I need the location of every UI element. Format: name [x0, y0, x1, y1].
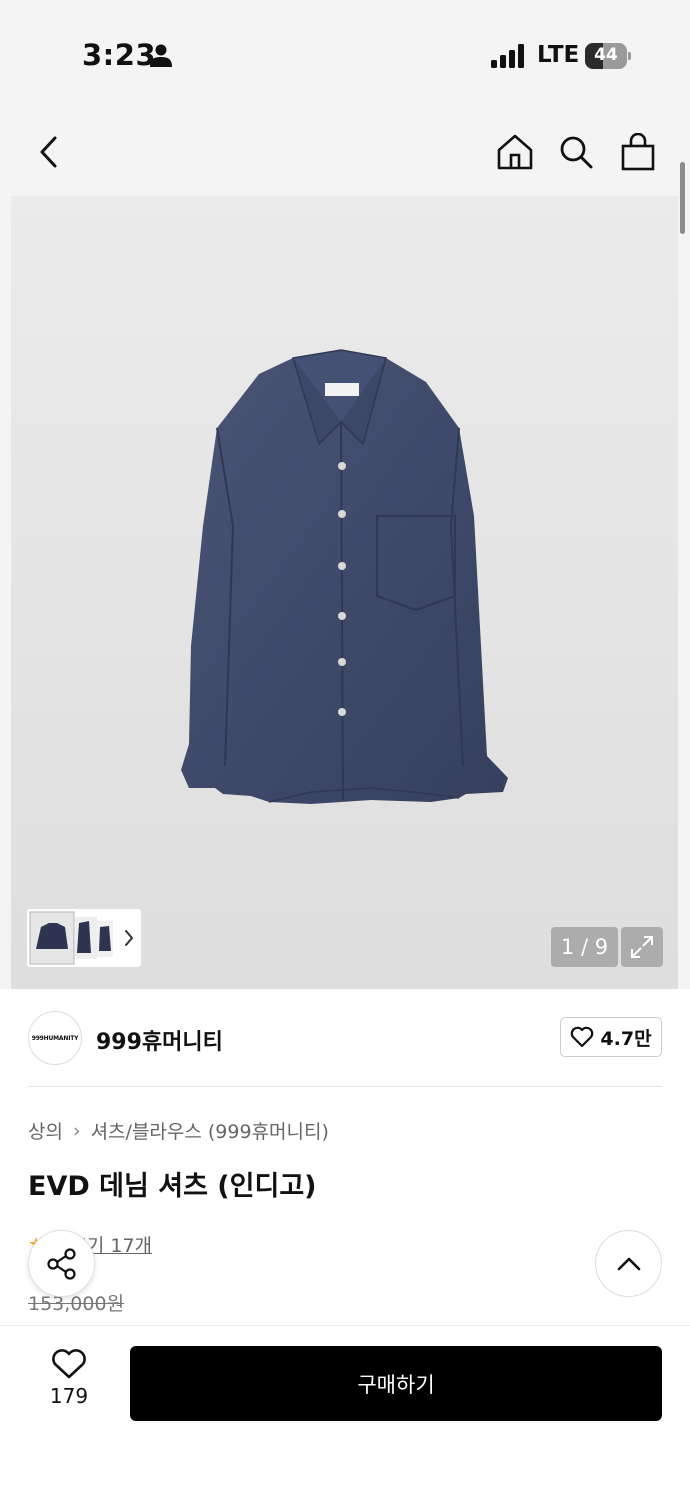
wish-count: 179	[49, 1384, 89, 1408]
signal-icon	[491, 44, 524, 68]
cart-button[interactable]	[613, 120, 663, 184]
buy-button[interactable]: 구매하기	[130, 1346, 662, 1421]
thumbnail-images	[29, 911, 113, 965]
brand-like-count: 4.7만	[600, 1027, 652, 1050]
top-nav	[0, 120, 690, 184]
brand-like-button[interactable]: 4.7만	[560, 1017, 662, 1057]
home-button[interactable]	[490, 120, 540, 184]
breadcrumb-item-subcategory[interactable]: 셔츠/블라우스 (999휴머니티)	[91, 1117, 329, 1144]
battery-level: 44	[594, 45, 618, 65]
heart-icon	[571, 1026, 594, 1048]
product-image-gallery[interactable]: 1 / 9	[11, 196, 678, 989]
battery-icon: 44	[585, 43, 631, 69]
share-button[interactable]	[28, 1230, 95, 1297]
product-image	[181, 349, 508, 804]
wish-button[interactable]: 179	[34, 1348, 104, 1420]
chevron-right-icon	[125, 930, 134, 946]
back-chevron-icon	[40, 136, 57, 168]
product-title: EVD 데님 셔츠 (인디고)	[28, 1171, 317, 1202]
network-label: LTE	[537, 42, 580, 68]
fullscreen-button[interactable]	[621, 927, 663, 967]
person-icon	[150, 44, 172, 67]
search-button[interactable]	[551, 120, 601, 184]
scroll-indicator[interactable]	[680, 162, 685, 234]
expand-icon	[631, 936, 653, 958]
breadcrumb: 상의 › 셔츠/블라우스 (999휴머니티)	[28, 1117, 329, 1144]
status-time: 3:23	[82, 38, 157, 72]
breadcrumb-item-category[interactable]: 상의	[28, 1117, 63, 1144]
status-bar: 3:23 LTE 44	[0, 0, 690, 110]
chevron-up-icon	[617, 1257, 640, 1270]
brand-name[interactable]: 999휴머니티	[96, 1024, 223, 1056]
brand-logo[interactable]: 999HUMANITY	[28, 1011, 82, 1065]
brand-row: 999HUMANITY 999휴머니티 4.7만	[0, 989, 690, 1086]
chevron-right-icon: ›	[72, 1119, 81, 1142]
search-icon	[560, 136, 593, 169]
thumbnail-strip[interactable]	[27, 909, 141, 967]
shopping-bag-icon	[621, 133, 655, 171]
image-counter: 1 / 9	[551, 927, 618, 967]
share-icon	[46, 1247, 76, 1280]
bottom-action-bar: 179 구매하기	[0, 1325, 690, 1500]
scroll-top-button[interactable]	[595, 1230, 662, 1297]
heart-icon	[52, 1349, 86, 1379]
back-button[interactable]	[24, 120, 74, 184]
home-icon	[497, 134, 533, 170]
divider	[28, 1086, 662, 1087]
